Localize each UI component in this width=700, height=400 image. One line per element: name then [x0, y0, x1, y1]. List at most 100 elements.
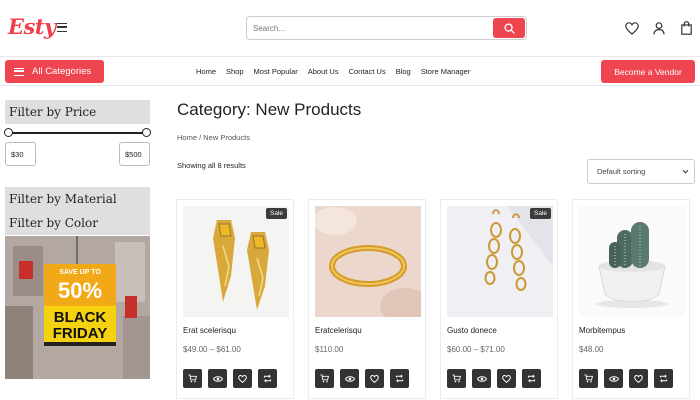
search-input[interactable]: [253, 20, 488, 36]
compare-button[interactable]: [522, 369, 541, 388]
product-image[interactable]: Sale: [183, 206, 289, 317]
nav-link-blog[interactable]: Blog: [396, 67, 411, 76]
top-header: Esty: [0, 0, 700, 57]
main-navigation: All Categories Home Shop Most Popular Ab…: [0, 57, 700, 86]
gold-ring-image: [315, 206, 421, 317]
max-price-field[interactable]: $500: [119, 142, 150, 166]
eye-icon: [344, 375, 355, 382]
add-to-cart-button[interactable]: [579, 369, 598, 388]
sort-dropdown[interactable]: Default sorting: [587, 159, 695, 184]
nav-link-about-us[interactable]: About Us: [308, 67, 339, 76]
compare-icon: [263, 374, 272, 383]
add-to-cart-button[interactable]: [447, 369, 466, 388]
sale-badge: Sale: [529, 208, 551, 219]
wishlist-button[interactable]: [365, 369, 384, 388]
account-button[interactable]: [651, 20, 667, 36]
promo-save-text: SAVE UP TO: [59, 269, 101, 276]
eye-icon: [476, 375, 487, 382]
product-name[interactable]: Gusto donece: [447, 326, 497, 335]
product-name[interactable]: Eratcelerisqu: [315, 326, 362, 335]
search-button[interactable]: [493, 18, 525, 38]
quick-view-button[interactable]: [208, 369, 227, 388]
price-slider-max-handle[interactable]: [142, 128, 151, 137]
product-card[interactable]: Sale Erat scelerisqu $49.00 – $61.00: [176, 199, 294, 399]
product-card[interactable]: Eratcelerisqu $110.00: [308, 199, 426, 399]
product-actions: [183, 369, 277, 388]
product-price: $110.00: [315, 345, 344, 354]
compare-button[interactable]: [258, 369, 277, 388]
product-price: $48.00: [579, 345, 604, 354]
breadcrumb[interactable]: Home / New Products: [177, 133, 250, 142]
compare-icon: [527, 374, 536, 383]
compare-button[interactable]: [390, 369, 409, 388]
wishlist-button[interactable]: [233, 369, 252, 388]
search-bar: [246, 16, 527, 40]
product-actions: [447, 369, 541, 388]
cart-icon: [452, 374, 461, 383]
all-categories-label: All Categories: [32, 66, 92, 77]
heart-icon: [238, 374, 247, 383]
compare-icon: [659, 374, 668, 383]
price-slider-track[interactable]: [8, 132, 148, 134]
sale-badge: Sale: [265, 208, 287, 219]
menu-bars-icon: [14, 67, 24, 76]
product-image[interactable]: Sale: [447, 206, 553, 317]
eye-icon: [608, 375, 619, 382]
cart-button[interactable]: [678, 20, 694, 36]
quick-view-button[interactable]: [472, 369, 491, 388]
heart-icon: [502, 374, 511, 383]
filter-color-title[interactable]: Filter by Color: [5, 211, 150, 235]
filter-price-title: Filter by Price: [5, 100, 150, 124]
page-title: Category: New Products: [177, 100, 362, 119]
product-price: $60.00 – $71.00: [447, 345, 505, 354]
heart-icon: [370, 374, 379, 383]
product-actions: [315, 369, 409, 388]
quick-view-button[interactable]: [604, 369, 623, 388]
nav-link-store-manager[interactable]: Store Manager: [421, 67, 471, 76]
product-name[interactable]: Morbitempus: [579, 326, 625, 335]
drop-earrings-image: [447, 206, 553, 317]
min-price-field[interactable]: $30: [5, 142, 36, 166]
compare-button[interactable]: [654, 369, 673, 388]
compare-icon: [395, 374, 404, 383]
result-count: Showing all 8 results: [177, 161, 246, 170]
nav-link-shop[interactable]: Shop: [226, 67, 244, 76]
cart-icon: [584, 374, 593, 383]
nav-link-home[interactable]: Home: [196, 67, 216, 76]
add-to-cart-button[interactable]: [183, 369, 202, 388]
product-image[interactable]: [579, 206, 685, 317]
heart-icon: [634, 374, 643, 383]
gold-earrings-image: [183, 206, 289, 317]
cactus-pot-image: [579, 206, 685, 317]
cart-icon: [320, 374, 329, 383]
quick-view-button[interactable]: [340, 369, 359, 388]
cart-icon: [188, 374, 197, 383]
search-icon: [503, 22, 515, 34]
product-name[interactable]: Erat scelerisqu: [183, 326, 236, 335]
become-vendor-button[interactable]: Become a Vendor: [601, 60, 695, 83]
promo-black-text: BLACK: [53, 309, 107, 326]
wishlist-button[interactable]: [497, 369, 516, 388]
add-to-cart-button[interactable]: [315, 369, 334, 388]
wishlist-button[interactable]: [624, 20, 640, 36]
menu-icon[interactable]: [57, 23, 67, 32]
price-slider-min-handle[interactable]: [4, 128, 13, 137]
product-card[interactable]: Sale Gusto donece $60.00 – $71.00: [440, 199, 558, 399]
sort-selected-value: Default sorting: [597, 167, 646, 176]
nav-links: Home Shop Most Popular About Us Contact …: [196, 57, 470, 86]
all-categories-button[interactable]: All Categories: [5, 60, 104, 83]
promo-percent-text: 50%: [57, 278, 103, 303]
eye-icon: [212, 375, 223, 382]
filter-material-title[interactable]: Filter by Material: [5, 187, 150, 211]
heart-icon: [625, 21, 639, 35]
black-friday-banner[interactable]: SAVE UP TO 50% BLACK FRIDAY: [5, 236, 150, 379]
shopping-bag-icon: [680, 21, 692, 35]
product-card[interactable]: Morbitempus $48.00: [572, 199, 690, 399]
nav-link-contact-us[interactable]: Contact Us: [349, 67, 386, 76]
product-image[interactable]: [315, 206, 421, 317]
chevron-down-icon: [682, 169, 689, 174]
black-friday-image: [5, 236, 150, 379]
site-logo[interactable]: Esty: [8, 14, 56, 39]
nav-link-most-popular[interactable]: Most Popular: [254, 67, 298, 76]
wishlist-button[interactable]: [629, 369, 648, 388]
